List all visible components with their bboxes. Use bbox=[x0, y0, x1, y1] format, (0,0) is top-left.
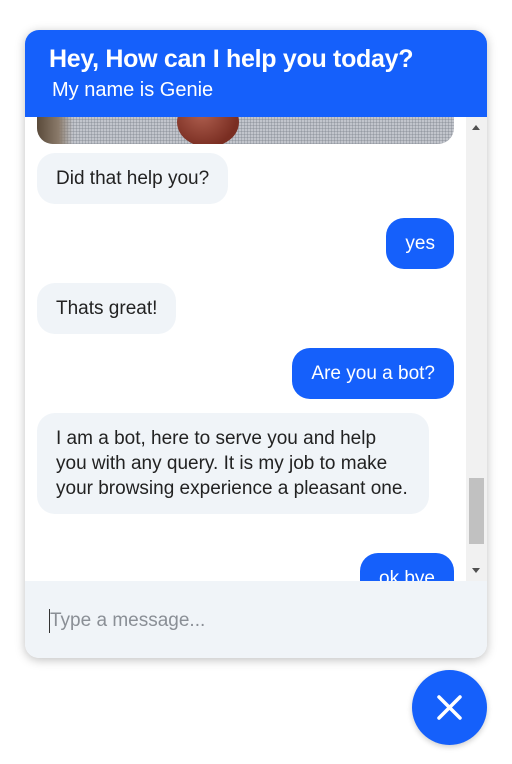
message-list[interactable]: Did that help you? yes Thats great! Are … bbox=[25, 117, 466, 581]
image-content bbox=[177, 117, 239, 144]
chat-header: Hey, How can I help you today? My name i… bbox=[25, 30, 487, 117]
chevron-down-icon[interactable] bbox=[472, 568, 480, 573]
user-message: yes bbox=[386, 218, 454, 269]
message-input[interactable] bbox=[50, 606, 460, 636]
close-icon bbox=[437, 695, 462, 720]
chat-subtitle: My name is Genie bbox=[52, 79, 214, 101]
user-message: ok bye bbox=[360, 553, 454, 581]
scrollbar-thumb[interactable] bbox=[469, 478, 484, 544]
chat-title: Hey, How can I help you today? bbox=[49, 45, 414, 73]
image-message[interactable] bbox=[37, 117, 454, 144]
bot-message: Did that help you? bbox=[37, 153, 229, 204]
message-scrollbar[interactable] bbox=[466, 117, 487, 581]
bot-message: Thats great! bbox=[37, 283, 177, 334]
close-chat-button[interactable] bbox=[412, 670, 487, 745]
chat-widget: Hey, How can I help you today? My name i… bbox=[25, 30, 487, 658]
message-composer bbox=[25, 581, 487, 658]
image-content bbox=[37, 117, 73, 144]
user-message: Are you a bot? bbox=[292, 348, 454, 399]
bot-message: I am a bot, here to serve you and help y… bbox=[37, 413, 429, 514]
chevron-up-icon[interactable] bbox=[472, 125, 480, 130]
